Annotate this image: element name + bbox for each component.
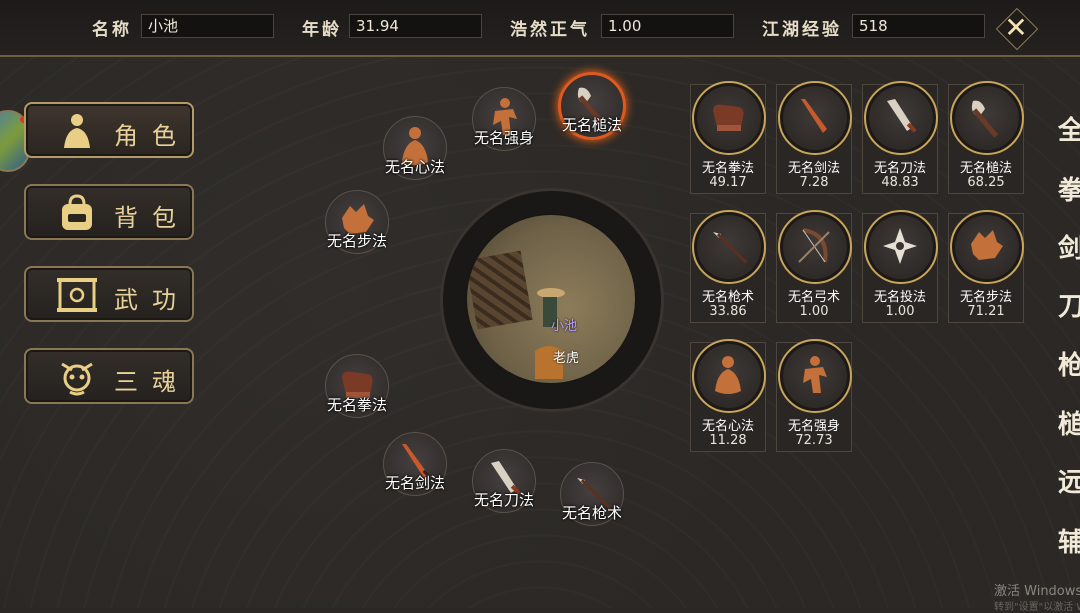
ring-node-label: 无名心法: [384, 158, 445, 176]
pet-name: 老虎: [553, 351, 580, 366]
skill-card[interactable]: 无名弓术 1.00: [776, 210, 852, 323]
ring-node-sword[interactable]: 无名剑法: [383, 432, 447, 496]
skill-name: 无名刀法: [873, 161, 926, 176]
age-label: 年龄: [302, 20, 342, 40]
category-tab-spear[interactable]: 枪: [1058, 345, 1080, 382]
souls-icon: [61, 362, 93, 396]
skill-name: 无名剑法: [787, 161, 840, 176]
shuriken-icon: [883, 228, 917, 264]
category-tab-all[interactable]: 全: [1058, 110, 1080, 147]
scroll-icon: [57, 278, 97, 312]
name-field: 小池: [141, 14, 274, 38]
skill-value: 48.83: [881, 175, 919, 190]
ring-node-label: 无名槌法: [561, 116, 622, 134]
skill-value: 33.86: [709, 304, 747, 319]
menu-souls-button[interactable]: 三魂: [24, 348, 194, 404]
minimap: 小池 老虎: [440, 188, 664, 412]
ring-node-label: 无名拳法: [326, 396, 387, 414]
skill-name: 无名强身: [787, 419, 840, 434]
experience-label: 江湖经验: [762, 20, 842, 40]
axe-icon: [971, 100, 999, 138]
blade-icon: [887, 99, 917, 133]
ring-node-blade[interactable]: 无名刀法: [472, 449, 536, 513]
bag-icon: [62, 194, 92, 230]
ring-node-label: 无名枪术: [561, 504, 622, 522]
activation-watermark: 激活 Windows: [994, 584, 1080, 599]
skill-name: 无名拳法: [701, 161, 754, 176]
category-tab-blade[interactable]: 刀: [1058, 286, 1080, 323]
skill-card[interactable]: 无名步法 71.21: [948, 210, 1024, 323]
skill-card[interactable]: 无名刀法 48.83: [862, 81, 938, 194]
skill-card[interactable]: 无名枪术 33.86: [690, 210, 766, 323]
category-tab-sword[interactable]: 剑: [1058, 228, 1080, 265]
gauntlet-icon: [713, 104, 744, 131]
close-icon: ✕: [1004, 11, 1028, 44]
righteous-field: 1.00: [601, 14, 734, 38]
character-icon: [64, 114, 90, 148]
skill-card[interactable]: 无名拳法 49.17: [690, 81, 766, 194]
righteous-label: 浩然正气: [510, 20, 590, 40]
meditation-icon: [715, 356, 741, 394]
menu-character-button[interactable]: 角色: [24, 102, 194, 158]
category-tab-hammer[interactable]: 槌: [1058, 404, 1080, 441]
status-bar: 名称 小池 年龄 31.94 浩然正气 1.00 江湖经验 518 ✕: [0, 0, 1080, 57]
skill-value: 11.28: [709, 433, 747, 448]
category-tab-ranged[interactable]: 远: [1058, 462, 1080, 499]
sword-icon: [801, 99, 827, 133]
skill-card[interactable]: 无名投法 1.00: [862, 210, 938, 323]
ring-node-meditation[interactable]: 无名心法: [383, 116, 447, 180]
minimap-viewport: 小池 老虎: [465, 213, 637, 385]
skill-card[interactable]: 无名强身 72.73: [776, 339, 852, 452]
skill-value: 71.21: [967, 304, 1005, 319]
activation-watermark-sub: 转到"设置"以激活 W: [994, 602, 1080, 613]
menu-martial-arts-label: 武功: [114, 286, 190, 314]
skill-card[interactable]: 无名剑法 7.28: [776, 81, 852, 194]
wooden-platform: [467, 250, 533, 330]
player-name: 小池: [551, 319, 578, 334]
skill-name: 无名投法: [873, 290, 926, 305]
skill-card[interactable]: 无名心法 11.28: [690, 339, 766, 452]
skill-name: 无名步法: [959, 290, 1012, 305]
ring-node-axe[interactable]: 无名槌法: [558, 72, 626, 140]
skill-value: 68.25: [967, 175, 1005, 190]
skill-value: 7.28: [799, 175, 829, 190]
category-tab-support[interactable]: 辅: [1058, 522, 1080, 559]
ring-node-spear[interactable]: 无名枪术: [560, 462, 624, 526]
skill-name: 无名槌法: [959, 161, 1012, 176]
name-label: 名称: [92, 20, 132, 40]
skill-value: 72.73: [795, 433, 833, 448]
ring-node-label: 无名步法: [326, 232, 387, 250]
ring-node-fist[interactable]: 无名拳法: [325, 354, 389, 418]
age-field: 31.94: [349, 14, 482, 38]
skill-name: 无名枪术: [701, 290, 754, 305]
experience-field: 518: [852, 14, 985, 38]
skill-card[interactable]: 无名槌法 68.25: [948, 81, 1024, 194]
skill-value: 49.17: [709, 175, 747, 190]
bow-icon: [798, 228, 830, 263]
menu-bag-label: 背包: [114, 204, 190, 232]
skill-name: 无名心法: [701, 419, 754, 434]
ring-node-fighter[interactable]: 无名强身: [472, 87, 536, 151]
menu-martial-arts-button[interactable]: 武功: [24, 266, 194, 322]
fighter-icon: [803, 356, 827, 393]
spear-icon: [713, 232, 747, 264]
ring-node-footwork[interactable]: 无名步法: [325, 190, 389, 254]
menu-bag-button[interactable]: 背包: [24, 184, 194, 240]
close-button[interactable]: ✕: [995, 7, 1039, 51]
skill-value: 1.00: [799, 304, 829, 319]
menu-character-label: 角色: [114, 122, 190, 150]
skill-value: 1.00: [885, 304, 915, 319]
category-tab-fist[interactable]: 拳: [1058, 170, 1080, 207]
menu-souls-label: 三魂: [114, 368, 190, 396]
skill-name: 无名弓术: [787, 290, 840, 305]
boar-icon: [971, 230, 1003, 260]
